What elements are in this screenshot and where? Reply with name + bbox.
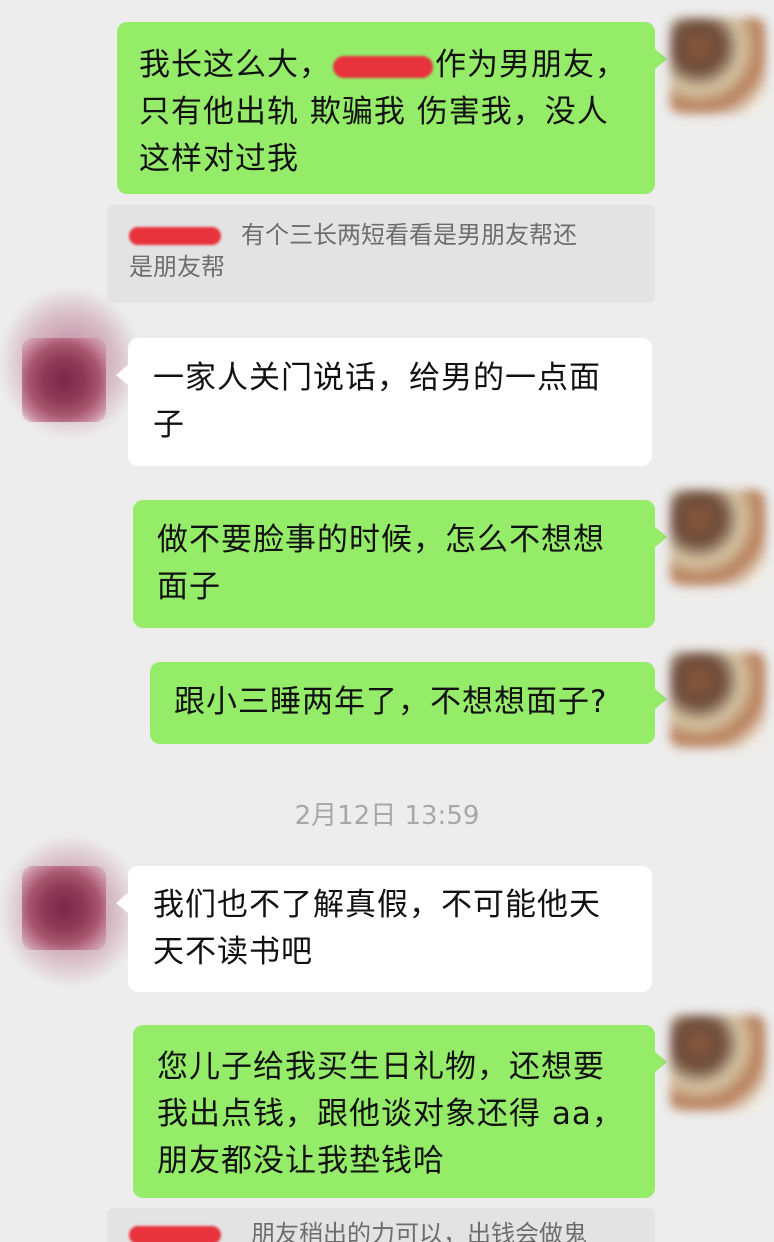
message-line: 这样对过我 (139, 141, 299, 177)
message-line: 朋友稍出的力可以，出钱会做鬼 (129, 1218, 633, 1242)
self-avatar[interactable] (670, 652, 766, 748)
message-bubble-self[interactable]: 我长这么大， 作为男朋友， 只有他出轨 欺骗我 伤害我，没人 这样对过我 (117, 22, 667, 194)
message-line: 做不要脸事的时候，怎么不想想 (157, 522, 605, 558)
contact-avatar[interactable] (22, 338, 106, 422)
message-bubble-self[interactable]: 跟小三睡两年了，不想想面子? (150, 662, 667, 744)
message-line: 天不读书吧 (153, 934, 313, 970)
message-bubble-other[interactable]: 一家人关门说话，给男的一点面 子 (116, 338, 652, 466)
message-line: 我们也不了解真假，不可能他天 (153, 887, 601, 923)
quoted-message[interactable]: 有个三长两短看看是男朋友帮还 是朋友帮 (107, 205, 655, 303)
message-bubble-self[interactable]: 您儿子给我买生日礼物，还想要 我出点钱，跟他谈对象还得 aa， 朋友都没让我垫钱… (133, 1025, 667, 1198)
message-line: 朋友都没让我垫钱哈 (157, 1143, 445, 1179)
quoted-message[interactable]: 朋友稍出的力可以，出钱会做鬼 (107, 1208, 655, 1242)
message-line: 跟小三睡两年了，不想想面子? (174, 684, 608, 720)
message-line: 您儿子给我买生日礼物，还想要 (157, 1049, 605, 1085)
message-line: 子 (153, 407, 185, 443)
message-line: 有个三长两短看看是男朋友帮还 (129, 219, 633, 251)
redacted-name (129, 227, 221, 245)
message-bubble-other[interactable]: 我们也不了解真假，不可能他天 天不读书吧 (116, 866, 652, 992)
contact-avatar[interactable] (22, 866, 106, 950)
message-line: 我长这么大， 作为男朋友， (139, 47, 627, 83)
redacted-name (129, 1226, 221, 1242)
message-bubble-self[interactable]: 做不要脸事的时候，怎么不想想 面子 (133, 500, 667, 628)
self-avatar[interactable] (670, 1015, 766, 1111)
redacted-name (333, 55, 433, 78)
message-line: 只有他出轨 欺骗我 伤害我，没人 (139, 94, 609, 130)
self-avatar[interactable] (670, 490, 766, 586)
message-line: 是朋友帮 (129, 253, 225, 281)
message-line: 一家人关门说话，给男的一点面 (153, 360, 601, 396)
message-line: 我出点钱，跟他谈对象还得 aa， (157, 1096, 624, 1132)
message-line: 面子 (157, 569, 221, 605)
self-avatar[interactable] (670, 18, 766, 114)
timestamp: 2月12日 13:59 (294, 801, 480, 831)
